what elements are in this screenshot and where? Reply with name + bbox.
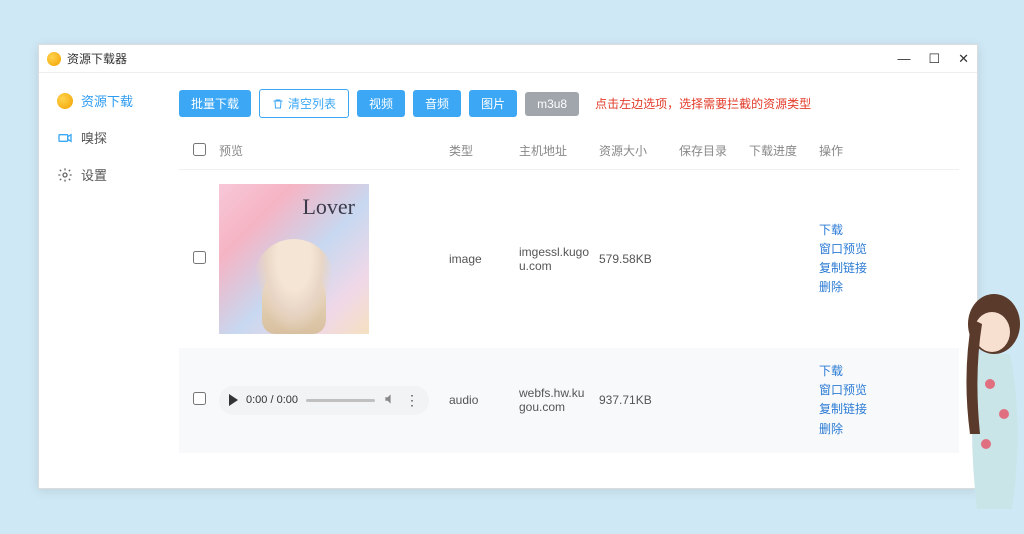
row-host: webfs.hw.kugou.com [519,386,599,414]
row-checkbox[interactable] [193,251,206,264]
sidebar-item-label: 嗅探 [81,128,107,147]
sidebar-item-download[interactable]: 资源下载 [57,91,179,110]
filter-image-button[interactable]: 图片 [469,90,517,117]
minimize-button[interactable]: — [897,51,910,67]
preview-thumbnail[interactable]: Lover [219,184,369,334]
sidebar-item-settings[interactable]: 设置 [57,165,179,184]
filter-m3u8-button[interactable]: m3u8 [525,92,579,116]
window-title: 资源下载器 [67,50,127,67]
clear-list-button[interactable]: 清空列表 [259,89,349,118]
row-type: image [449,252,519,266]
row-size: 579.58KB [599,252,679,266]
titlebar: 资源下载器 — ☐ ✕ [39,45,977,73]
table-row: 0:00 / 0:00 ⋮ audio webfs.hw.kugou.com 9… [179,348,959,453]
maximize-button[interactable]: ☐ [928,51,940,67]
thumbnail-script-text: Lover [302,194,355,220]
app-icon [47,52,61,66]
window-body: 资源下载 嗅探 设置 批量下载 清空列表 [39,73,977,488]
download-icon [57,93,73,109]
table-row: Lover image imgessl.kugou.com 579.58KB 下… [179,170,959,348]
row-checkbox[interactable] [193,392,206,405]
download-link[interactable]: 下载 [819,362,889,381]
more-icon[interactable]: ⋮ [405,392,419,409]
row-ops: 下载 窗口预览 复制链接 删除 [819,362,889,439]
app-window: 资源下载器 — ☐ ✕ 资源下载 嗅探 设置 [38,44,978,489]
content-area: 批量下载 清空列表 视频 音频 图片 m3u8 点击左边选项，选择需要拦截的资源… [179,73,977,488]
clear-list-label: 清空列表 [288,95,336,112]
sidebar-item-label: 设置 [81,165,107,184]
volume-icon[interactable] [383,392,397,409]
preview-window-link[interactable]: 窗口预览 [819,381,889,400]
trash-icon [272,98,284,110]
window-controls: — ☐ ✕ [897,51,969,67]
select-all-checkbox[interactable] [193,143,206,156]
row-ops: 下载 窗口预览 复制链接 删除 [819,221,889,298]
delete-link[interactable]: 删除 [819,420,889,439]
audio-time: 0:00 / 0:00 [246,394,298,406]
preview-window-link[interactable]: 窗口预览 [819,240,889,259]
toolbar: 批量下载 清空列表 视频 音频 图片 m3u8 点击左边选项，选择需要拦截的资源… [179,89,959,118]
sidebar: 资源下载 嗅探 设置 [39,73,179,488]
play-button[interactable] [229,394,238,406]
camera-icon [57,130,73,146]
row-size: 937.71KB [599,393,679,407]
filter-video-button[interactable]: 视频 [357,90,405,117]
close-button[interactable]: ✕ [958,51,969,67]
filter-audio-button[interactable]: 音频 [413,90,461,117]
table-header: 预览 类型 主机地址 资源大小 保存目录 下载进度 操作 [179,132,959,170]
copy-link-link[interactable]: 复制链接 [819,400,889,419]
gear-icon [57,167,73,183]
copy-link-link[interactable]: 复制链接 [819,259,889,278]
row-type: audio [449,393,519,407]
col-header-dir: 保存目录 [679,142,749,159]
col-header-progress: 下载进度 [749,142,819,159]
audio-player: 0:00 / 0:00 ⋮ [219,386,429,415]
col-header-preview: 预览 [219,142,449,159]
col-header-size: 资源大小 [599,142,679,159]
audio-seek-track[interactable] [306,399,375,402]
row-host: imgessl.kugou.com [519,245,599,273]
toolbar-hint: 点击左边选项，选择需要拦截的资源类型 [595,95,811,112]
batch-download-button[interactable]: 批量下载 [179,90,251,117]
col-header-ops: 操作 [819,142,889,159]
col-header-type: 类型 [449,142,519,159]
delete-link[interactable]: 删除 [819,278,889,297]
sidebar-item-label: 资源下载 [81,91,133,110]
sidebar-item-sniff[interactable]: 嗅探 [57,128,179,147]
download-link[interactable]: 下载 [819,221,889,240]
col-header-host: 主机地址 [519,142,599,159]
